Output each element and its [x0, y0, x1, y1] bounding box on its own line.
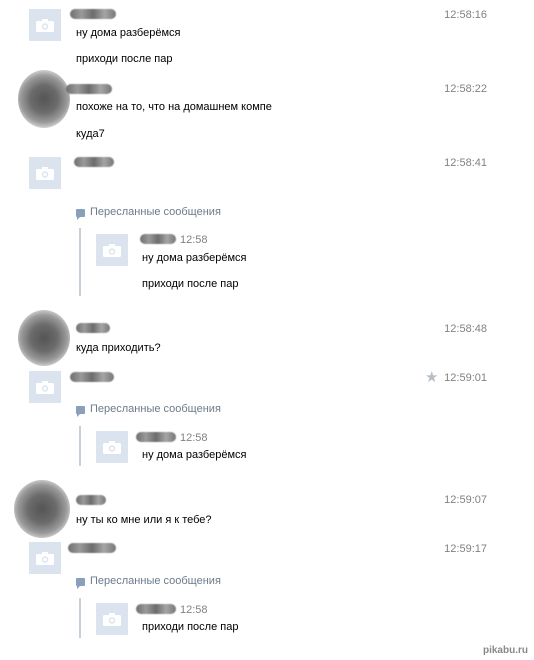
forwarded-sender-name[interactable] — [136, 432, 176, 442]
message-text: похоже на то, что на домашнем компе — [76, 101, 272, 113]
sender-name[interactable] — [68, 543, 116, 553]
watermark: pikabu.ru — [482, 645, 528, 656]
avatar[interactable] — [29, 157, 61, 189]
forward-bubble-icon — [76, 406, 85, 417]
sender-name[interactable] — [70, 9, 116, 19]
camera-icon — [36, 18, 54, 32]
forwarded-avatar[interactable] — [96, 603, 128, 635]
sender-name[interactable] — [70, 372, 114, 382]
message-time[interactable]: 12:58:41 — [407, 157, 487, 169]
forward-quote-bar — [79, 598, 81, 638]
camera-icon — [103, 243, 121, 257]
message-time[interactable]: 12:59:17 — [407, 543, 487, 555]
avatar[interactable] — [18, 310, 70, 366]
avatar[interactable] — [18, 70, 70, 128]
camera-icon — [36, 551, 54, 565]
message-time[interactable]: 12:58:22 — [407, 83, 487, 95]
camera-icon — [36, 166, 54, 180]
forwarded-sender-name[interactable] — [140, 234, 176, 244]
forwarded-label[interactable]: Пересланные сообщения — [90, 206, 221, 218]
sender-name[interactable] — [66, 84, 112, 94]
forwarded-text: ну дома разберёмся — [142, 449, 247, 461]
camera-icon — [36, 380, 54, 394]
avatar[interactable] — [14, 480, 70, 538]
forwarded-text: ну дома разберёмся — [142, 252, 247, 264]
message-time[interactable]: 12:59:01 — [407, 372, 487, 384]
forward-quote-bar — [79, 228, 81, 296]
message-time[interactable]: 12:59:07 — [407, 494, 487, 506]
forwarded-time[interactable]: 12:58 — [180, 234, 208, 246]
forwarded-avatar[interactable] — [96, 234, 128, 266]
message-text: ну ты ко мне или я к тебе? — [76, 514, 212, 526]
avatar[interactable] — [29, 542, 61, 574]
forward-bubble-icon — [76, 578, 85, 589]
message-text: ну дома разберёмся — [76, 27, 181, 39]
camera-icon — [103, 440, 121, 454]
sender-name[interactable] — [74, 157, 114, 167]
forwarded-time[interactable]: 12:58 — [180, 604, 208, 616]
avatar[interactable] — [29, 9, 61, 41]
forwarded-time[interactable]: 12:58 — [180, 432, 208, 444]
sender-name[interactable] — [76, 495, 106, 505]
sender-name[interactable] — [76, 323, 110, 333]
forwarded-label[interactable]: Пересланные сообщения — [90, 575, 221, 587]
message-time[interactable]: 12:58:48 — [407, 323, 487, 335]
message-text: куда7 — [76, 128, 105, 140]
message-text: приходи после пар — [76, 53, 173, 65]
message-text: куда приходить? — [76, 342, 161, 354]
camera-icon — [103, 612, 121, 626]
avatar[interactable] — [29, 371, 61, 403]
forwarded-avatar[interactable] — [96, 431, 128, 463]
forward-bubble-icon — [76, 209, 85, 220]
forwarded-text: приходи после пар — [142, 278, 239, 290]
forwarded-label[interactable]: Пересланные сообщения — [90, 403, 221, 415]
forwarded-sender-name[interactable] — [136, 604, 176, 614]
forwarded-text: приходи после пар — [142, 621, 239, 633]
message-time[interactable]: 12:58:16 — [407, 9, 487, 21]
forward-quote-bar — [79, 426, 81, 466]
